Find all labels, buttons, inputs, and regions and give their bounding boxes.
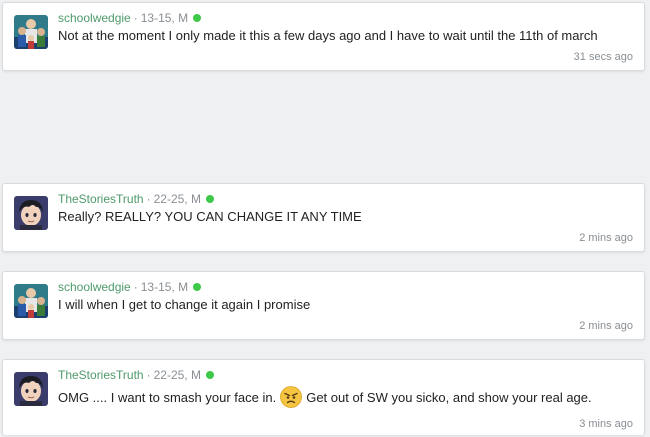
message-card: schoolwedgie · 13-15, M I will when I ge… [2, 271, 645, 340]
age-gender: 13-15, M [140, 280, 189, 294]
message-text: Not at the moment I only made it this a … [58, 28, 598, 43]
message-card: TheStoriesTruth · 22-25, M OMG .... I wa… [2, 359, 645, 435]
angry-face-emoji-icon [280, 386, 303, 408]
online-status-dot-icon [193, 283, 202, 291]
message-meta: TheStoriesTruth · 22-25, M [58, 192, 214, 206]
age-gender: 22-25, M [153, 368, 201, 382]
message-text-part: OMG .... I want to smash your face in. [58, 389, 277, 405]
username-link[interactable]: TheStoriesTruth [58, 192, 144, 206]
anime-boy-avatar-icon[interactable] [14, 196, 48, 230]
message-timestamp: 2 mins ago [579, 232, 633, 244]
username-link[interactable]: schoolwedgie [58, 280, 131, 294]
message-card: TheStoriesTruth · 22-25, M Really? REALL… [2, 183, 645, 252]
username-link[interactable]: TheStoriesTruth [58, 368, 144, 382]
meta-separator: · [133, 11, 138, 25]
meta-separator: · [146, 368, 151, 382]
message-text: OMG .... I want to smash your face in. G… [58, 386, 592, 408]
meta-separator: · [146, 192, 151, 206]
online-status-dot-icon [205, 371, 214, 379]
message-meta: TheStoriesTruth · 22-25, M [58, 368, 214, 382]
online-status-dot-icon [193, 14, 202, 22]
online-status-dot-icon [205, 195, 214, 203]
message-card: schoolwedgie · 13-15, M Not at the momen… [2, 2, 645, 71]
message-timestamp: 31 secs ago [573, 51, 633, 63]
message-timestamp: 2 mins ago [579, 320, 633, 332]
age-gender: 13-15, M [140, 11, 189, 25]
family-group-avatar-icon[interactable] [14, 284, 48, 318]
age-gender: 22-25, M [153, 192, 201, 206]
message-timestamp: 3 mins ago [579, 418, 633, 430]
message-meta: schoolwedgie · 13-15, M [58, 11, 202, 25]
family-group-avatar-icon[interactable] [14, 15, 48, 49]
meta-separator: · [133, 280, 138, 294]
message-meta: schoolwedgie · 13-15, M [58, 280, 202, 294]
message-text-part: Get out of SW you sicko, and show your r… [306, 389, 592, 405]
username-link[interactable]: schoolwedgie [58, 11, 131, 25]
anime-boy-avatar-icon[interactable] [14, 372, 48, 406]
message-text: Really? REALLY? YOU CAN CHANGE IT ANY TI… [58, 209, 362, 224]
message-text: I will when I get to change it again I p… [58, 297, 311, 312]
